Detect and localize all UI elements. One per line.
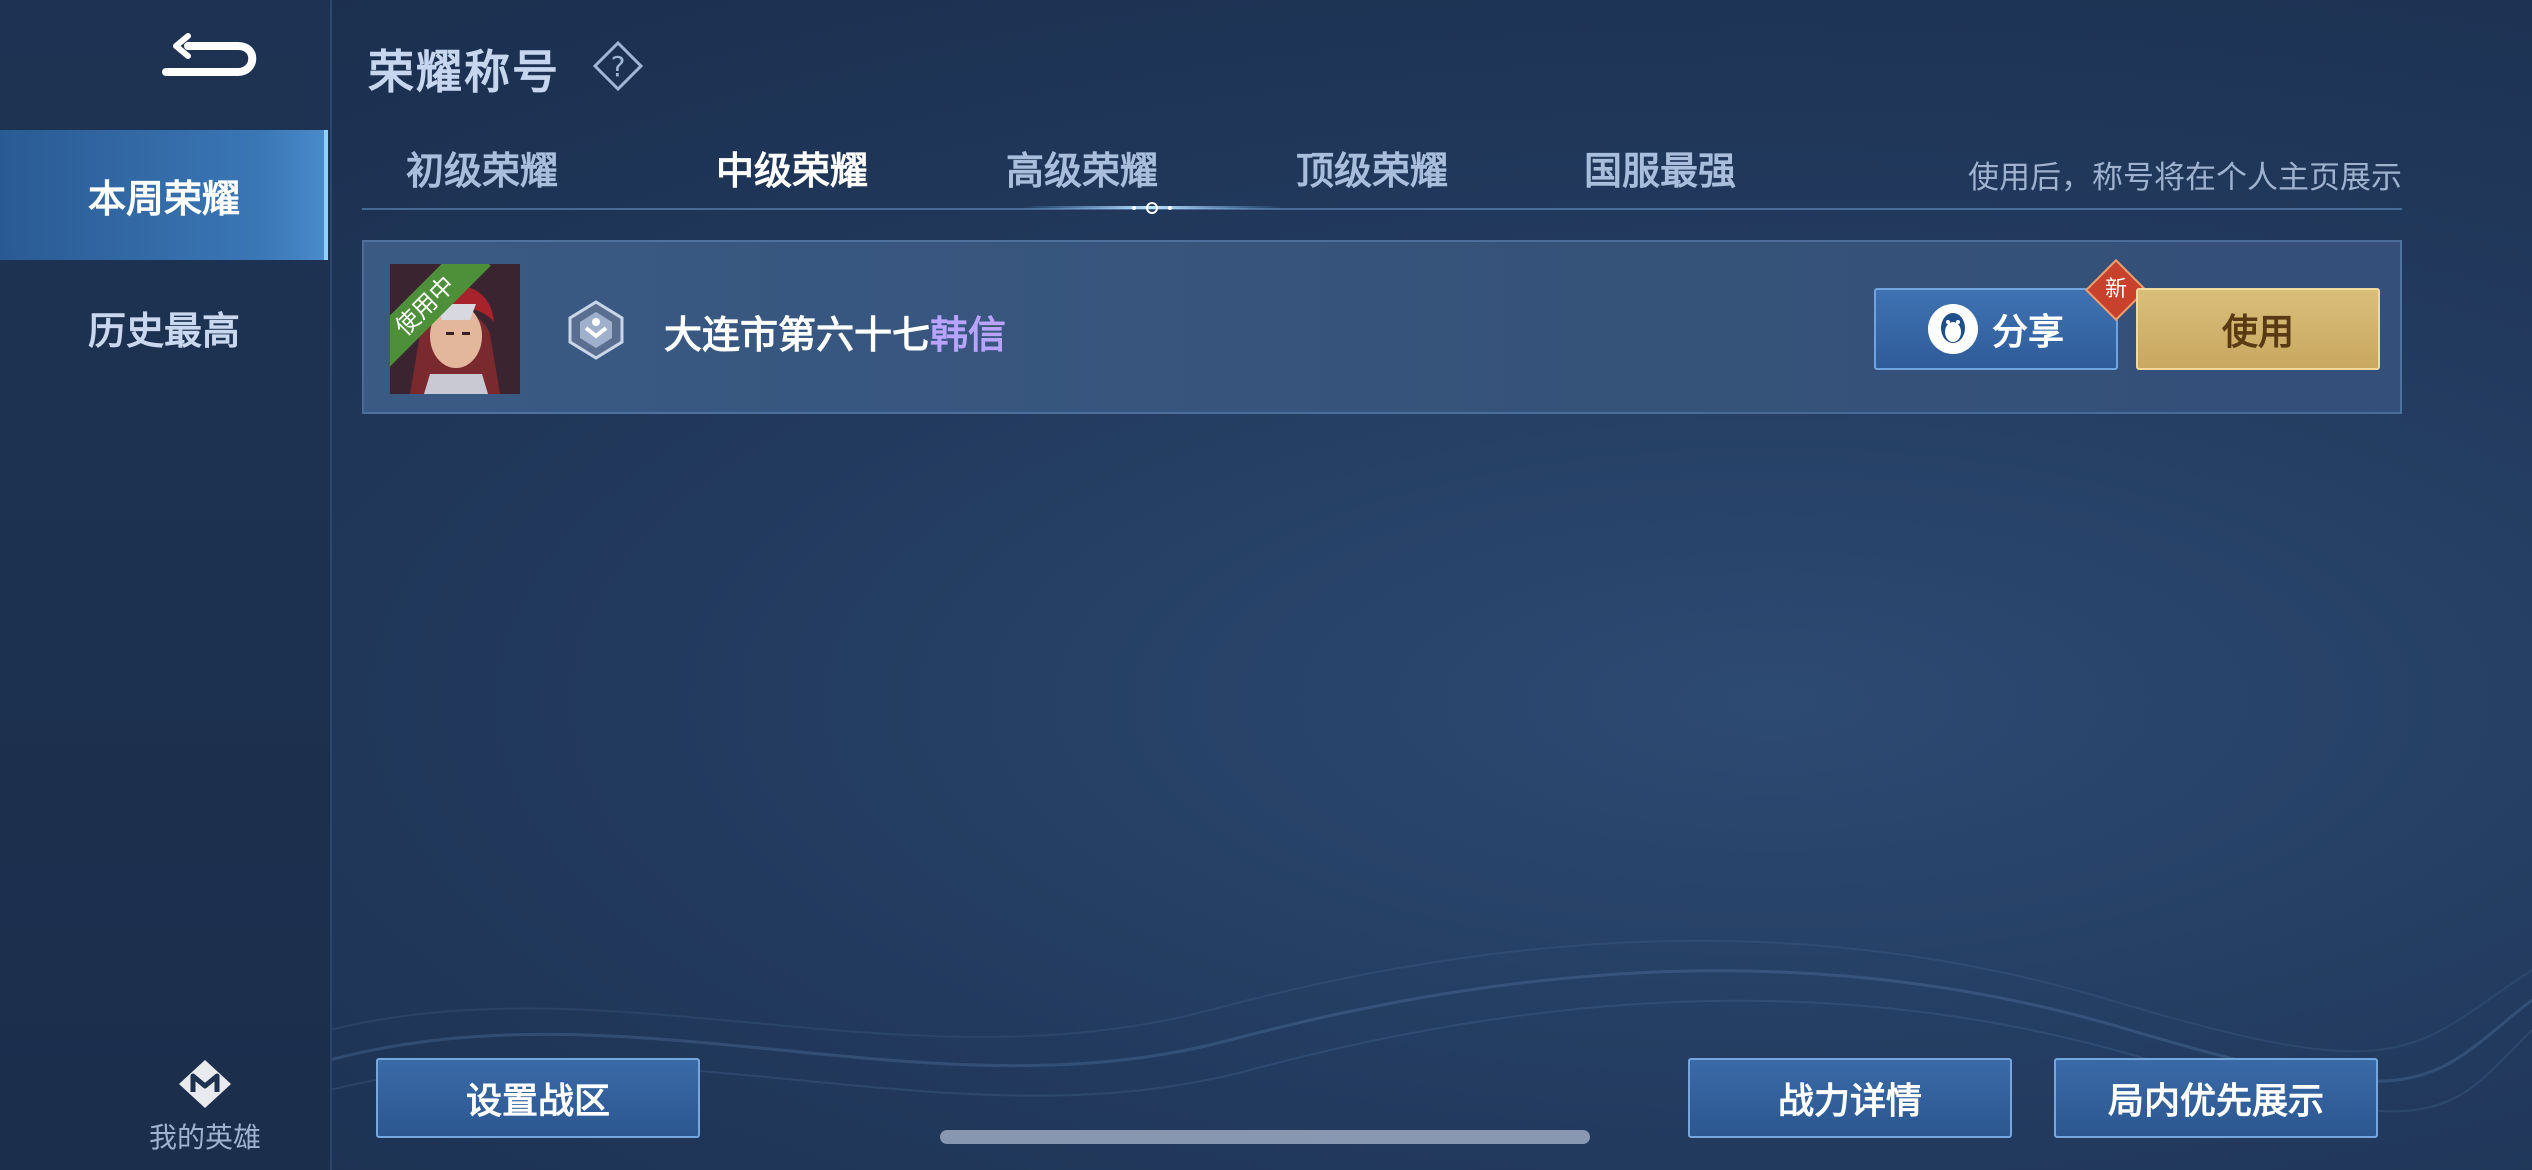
question-icon[interactable]: ? (592, 40, 644, 92)
priority-display-label: 局内优先展示 (2107, 1081, 2324, 1122)
sidebar-item-label: 历史最高 (87, 308, 240, 353)
in-use-ribbon-label: 使用中 (390, 264, 491, 370)
use-button[interactable]: 使用 (2136, 288, 2380, 370)
home-indicator[interactable] (940, 1130, 1590, 1144)
page-title: 荣耀称号 (368, 45, 560, 99)
power-details-label: 战力详情 (1777, 1081, 1922, 1122)
back-button[interactable] (158, 30, 268, 90)
share-button[interactable]: 分享 (1874, 288, 2118, 370)
my-hero-button[interactable]: 我的英雄 (130, 1058, 280, 1156)
tab-national-strongest[interactable]: 国服最强 (1540, 140, 1780, 195)
my-hero-label: 我的英雄 (148, 1121, 261, 1154)
svg-text:?: ? (611, 50, 626, 83)
share-label: 分享 (1991, 312, 2064, 353)
sidebar-item-weekly-glory[interactable]: 本周荣耀 (0, 130, 328, 260)
use-label: 使用 (2221, 312, 2294, 353)
sidebar-item-history-best[interactable]: 历史最高 (0, 262, 328, 392)
sidebar: 本周荣耀 历史最高 我的英雄 (0, 0, 332, 1170)
title-list-item[interactable]: 使用中 大连市第六十七韩信 分享 新 使用 (362, 240, 2402, 414)
tab-junior-glory[interactable]: 初级荣耀 (362, 140, 602, 195)
tab-intermediate-glory[interactable]: 中级荣耀 (672, 140, 912, 195)
set-battle-zone-button[interactable]: 设置战区 (376, 1058, 700, 1138)
tab-divider (362, 208, 2402, 210)
power-details-button[interactable]: 战力详情 (1688, 1058, 2012, 1138)
set-battle-zone-label: 设置战区 (465, 1081, 610, 1122)
tab-advanced-glory[interactable]: 高级荣耀 (962, 140, 1202, 195)
hero-emblem-icon (179, 1060, 231, 1108)
glory-tabs: 初级荣耀 中级荣耀 高级荣耀 顶级荣耀 国服最强 使用后，称号将在个人主页展示 (362, 130, 2402, 214)
new-badge-label: 新 (2104, 277, 2127, 302)
qq-penguin-icon (1927, 304, 1978, 354)
hero-avatar: 使用中 (390, 264, 520, 394)
tab-top-glory[interactable]: 顶级荣耀 (1252, 140, 1492, 195)
usage-hint: 使用后，称号将在个人主页展示 (1968, 160, 2402, 196)
title-hero-name: 韩信 (930, 313, 1007, 357)
sidebar-item-label: 本周荣耀 (87, 176, 240, 221)
priority-display-button[interactable]: 局内优先展示 (2054, 1058, 2378, 1138)
honor-title-text: 大连市第六十七韩信 (664, 304, 1006, 359)
active-tab-indicator (1022, 202, 1282, 214)
silver-rank-icon (568, 300, 624, 360)
back-arrow-icon (162, 33, 257, 76)
title-region-text: 大连市第六十七 (664, 313, 931, 357)
in-use-ribbon: 使用中 (390, 264, 496, 370)
